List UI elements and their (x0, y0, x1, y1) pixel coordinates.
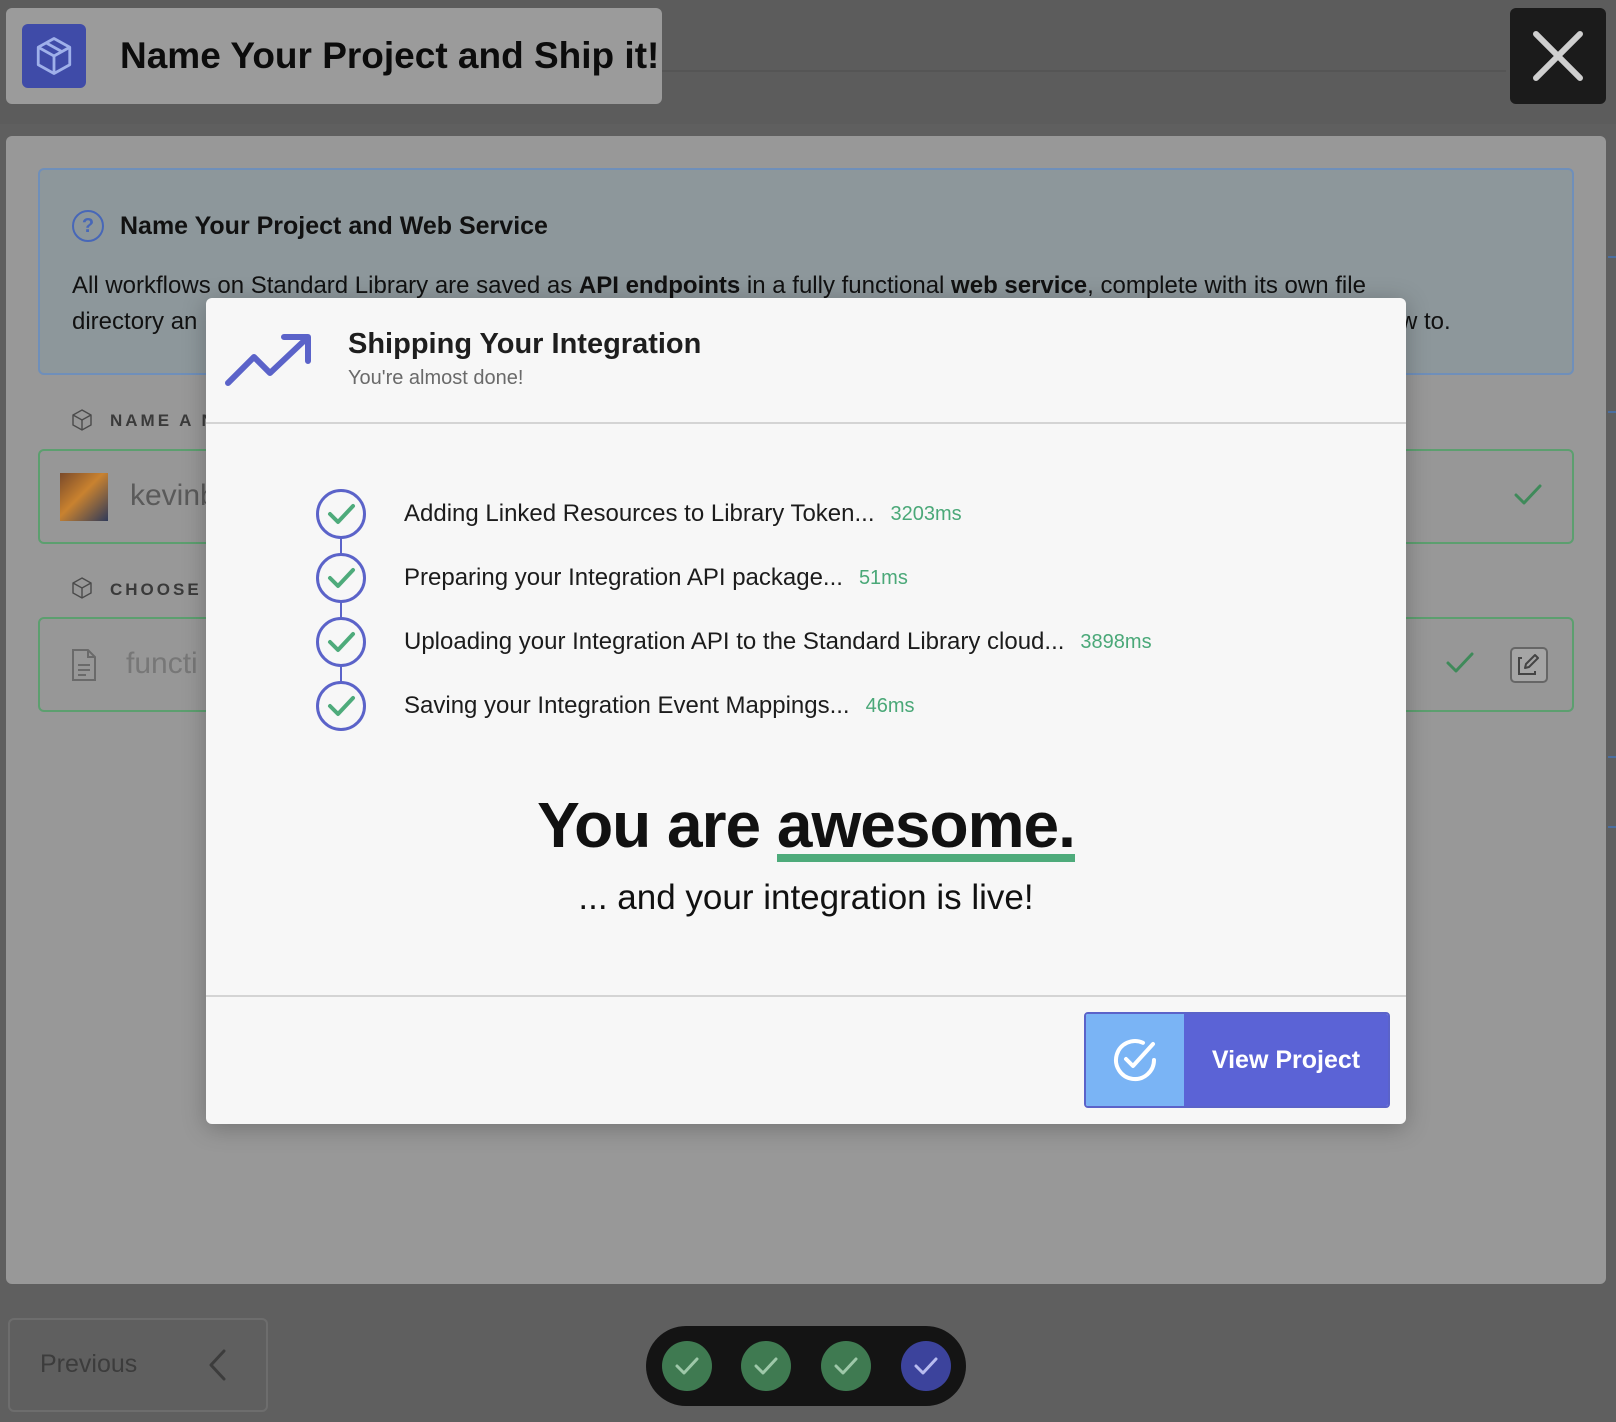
page-title: Name Your Project and Ship it! (120, 35, 660, 76)
check-icon (1446, 652, 1474, 673)
info-title: Name Your Project and Web Service (120, 212, 548, 240)
step-label: Saving your Integration Event Mappings..… (404, 692, 850, 719)
package-icon (72, 409, 92, 431)
headline-emphasis: awesome. (776, 789, 1076, 862)
choose-field-value: functi (126, 647, 198, 680)
check-icon (1514, 484, 1542, 505)
modal-subtitle: You're almost done! (348, 367, 524, 389)
name-field-label: NAME A N (110, 411, 217, 430)
package-icon (22, 24, 86, 88)
step-check-icon (316, 681, 366, 731)
step-time: 46ms (865, 694, 915, 717)
view-project-button[interactable]: View Project (1084, 1012, 1390, 1108)
success-subheadline: ... and your integration is live! (578, 878, 1034, 917)
chevron-left-icon (209, 1349, 226, 1381)
progress-step: Adding Linked Resources to Library Token… (316, 489, 962, 539)
previous-label: Previous (40, 1350, 138, 1378)
step-dot-4[interactable] (901, 1341, 951, 1391)
progress-step: Saving your Integration Event Mappings..… (316, 681, 915, 731)
step-label: Uploading your Integration API to the St… (404, 628, 1065, 655)
info-text-line2: directory an (72, 308, 198, 335)
step-check-icon (316, 489, 366, 539)
step-label: Adding Linked Resources to Library Token… (404, 500, 875, 527)
success-headline: You are awesome. (206, 788, 1406, 862)
trending-up-icon (225, 334, 311, 386)
modal-title: Shipping Your Integration (348, 328, 702, 360)
close-button[interactable] (1510, 8, 1606, 104)
step-check-icon (316, 553, 366, 603)
file-icon (72, 649, 96, 681)
package-icon (72, 577, 92, 599)
step-dot-3[interactable] (821, 1341, 871, 1391)
step-time: 3203ms (890, 502, 962, 525)
page-header: Name Your Project and Ship it! (6, 8, 662, 104)
avatar (60, 473, 108, 521)
step-label: Preparing your Integration API package..… (404, 564, 843, 591)
progress-step: Uploading your Integration API to the St… (316, 617, 1152, 667)
view-project-label: View Project (1184, 1014, 1388, 1106)
top-divider (660, 70, 1506, 72)
timeline-line (340, 514, 342, 706)
step-time: 51ms (858, 566, 908, 589)
step-check-icon (316, 617, 366, 667)
shipping-modal: Shipping Your Integration You're almost … (206, 298, 1406, 1124)
edit-button[interactable] (1510, 647, 1548, 683)
name-field-value: kevinb (130, 479, 217, 512)
modal-footer-divider (206, 995, 1406, 997)
step-dot-1[interactable] (662, 1341, 712, 1391)
headline-prefix: You are (537, 789, 777, 861)
edit-icon (1518, 654, 1539, 675)
progress-step: Preparing your Integration API package..… (316, 553, 908, 603)
check-icon (834, 1357, 858, 1375)
info-text: All workflows on Standard Library are sa… (72, 272, 1366, 299)
help-icon[interactable]: ? (72, 210, 104, 242)
check-icon (675, 1357, 699, 1375)
check-circle-icon (1086, 1014, 1184, 1106)
step-time: 3898ms (1080, 630, 1152, 653)
step-dot-2[interactable] (741, 1341, 791, 1391)
check-icon (754, 1357, 778, 1375)
right-edge (1606, 136, 1616, 1284)
close-icon (1533, 31, 1583, 81)
check-icon (914, 1357, 938, 1375)
info-text-line2-end: w to. (1400, 308, 1451, 335)
modal-header: Shipping Your Integration You're almost … (206, 298, 1406, 424)
